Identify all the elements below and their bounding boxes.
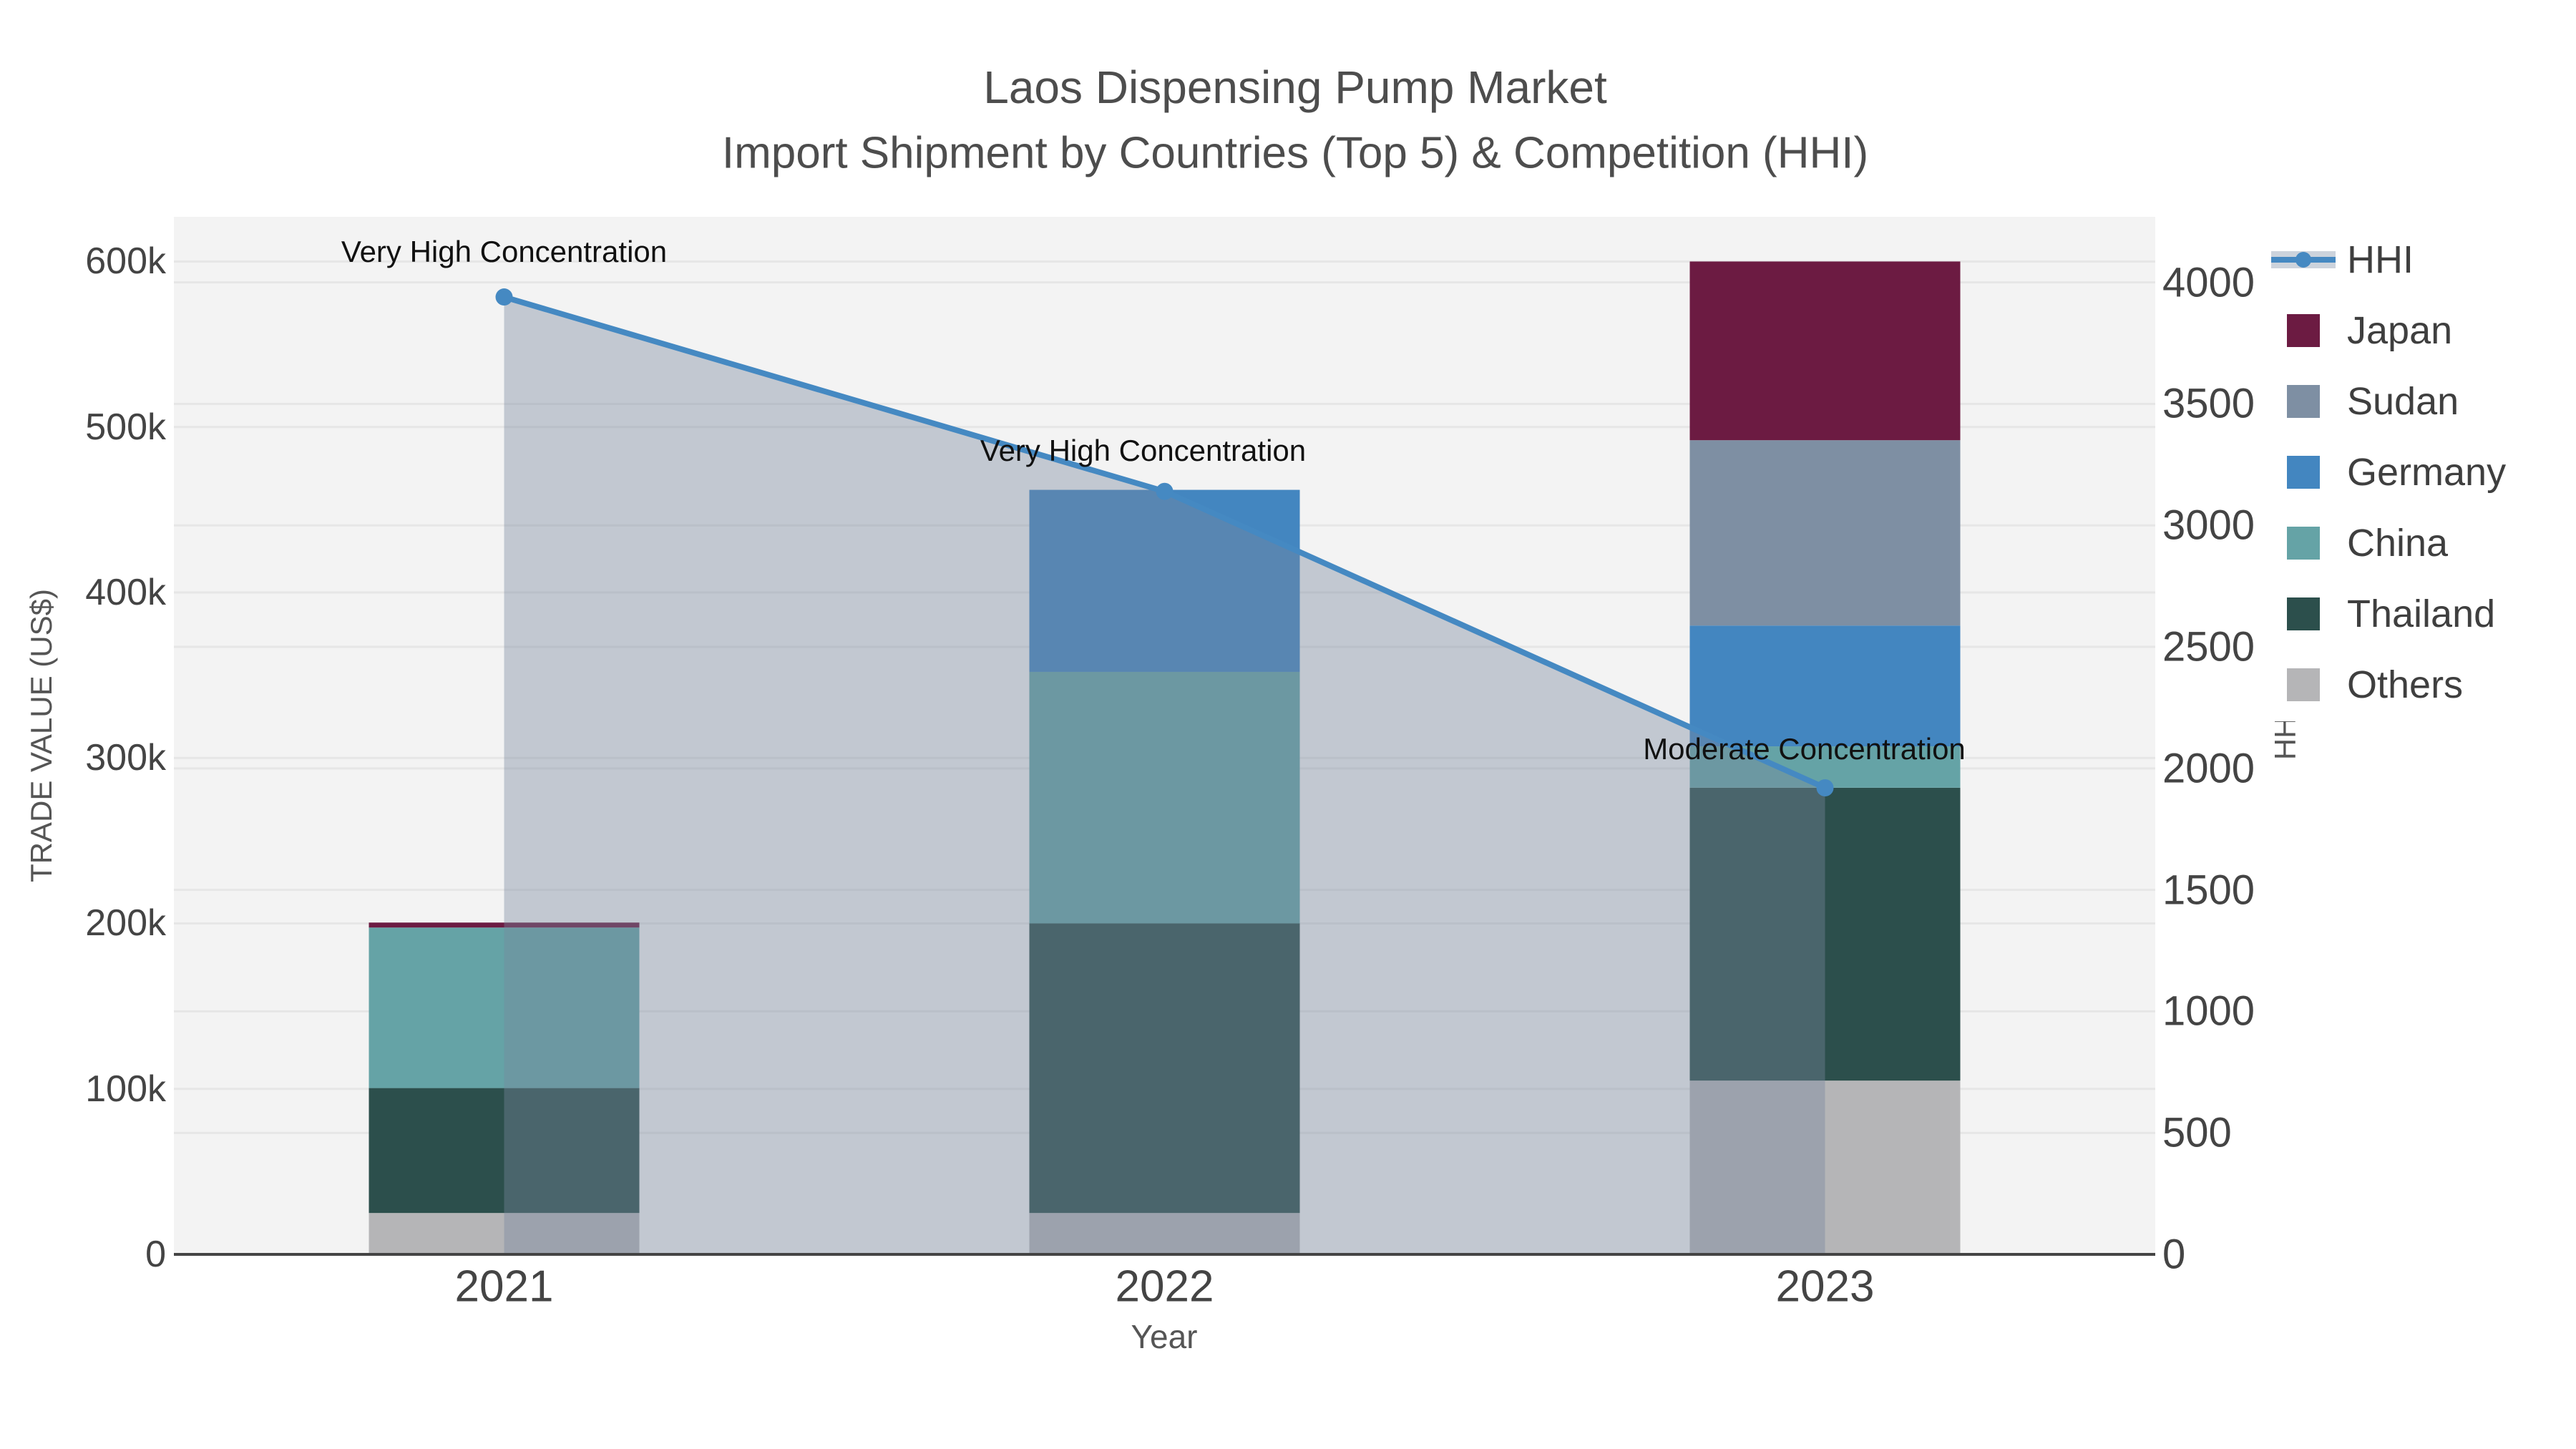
legend-label-others: Others [2347,663,2464,706]
right-tick-500: 500 [2162,1109,2232,1156]
hhi-marker-2022 [1156,482,1174,500]
x-tick-2021: 2021 [454,1262,554,1312]
annotation-1: Very High Concentration [341,235,668,269]
chart-canvas: Laos Dispensing Pump Market Import Shipm… [0,0,2576,1449]
annotation-2: Very High Concentration [980,433,1307,467]
chart-plot [174,217,2155,1256]
legend-swatch-china [2287,527,2320,560]
x-axis-title: Year [1131,1318,1198,1355]
left-tick-500k: 500k [85,406,166,448]
bar-segment-germany-2023 [1689,625,1961,747]
right-tick-1500: 1500 [2162,867,2255,914]
x-tick-2023: 2023 [1775,1262,1875,1312]
legend-swatch-thailand [2287,597,2320,630]
legend-label-hhi: HHI [2347,238,2414,281]
legend-swatch-sudan [2287,385,2320,418]
chart-subtitle: Import Shipment by Countries (Top 5) & C… [721,128,1869,178]
right-tick-4000: 4000 [2162,259,2255,306]
right-tick-2500: 2500 [2162,623,2255,670]
hhi-marker-2021 [495,288,513,306]
left-tick-100k: 100k [85,1068,166,1110]
left-tick-600k: 600k [85,240,166,283]
legend-label-sudan: Sudan [2347,380,2459,423]
right-tick-2000: 2000 [2162,745,2255,792]
right-tick-3000: 3000 [2162,502,2255,549]
chart-title: Laos Dispensing Pump Market [983,62,1607,113]
left-tick-400k: 400k [85,571,166,613]
left-axis-title: TRADE VALUE (US$) [24,589,58,882]
right-tick-0: 0 [2162,1231,2186,1278]
legend-swatch-others [2287,668,2320,701]
right-tick-1000: 1000 [2162,987,2255,1035]
legend-label-germany: Germany [2347,451,2507,494]
legend-label-thailand: Thailand [2347,592,2496,635]
left-tick-200k: 200k [85,902,166,945]
hhi-legend-marker-sample [2296,252,2311,268]
annotation-3: Moderate Concentration [1643,732,1966,766]
legend-label-china: China [2347,522,2449,565]
bar-segment-japan-2023 [1689,261,1961,441]
legend-swatch-germany [2287,456,2320,489]
left-tick-300k: 300k [85,737,166,779]
legend-swatch-japan [2287,314,2320,347]
hhi-marker-2023 [1816,779,1834,797]
left-tick-0: 0 [145,1234,166,1275]
bar-segment-sudan-2023 [1689,440,1961,626]
legend-label-japan: Japan [2347,309,2453,352]
x-tick-2022: 2022 [1115,1262,1214,1312]
right-tick-3500: 3500 [2162,380,2255,427]
